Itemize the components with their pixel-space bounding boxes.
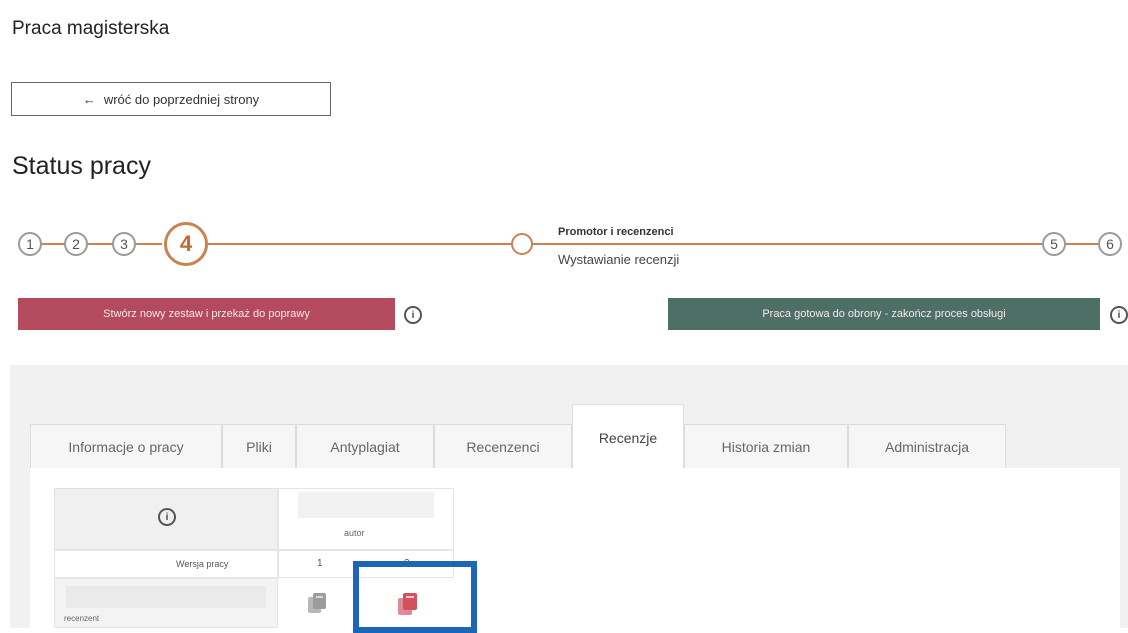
reviewer-row-label: recenzent bbox=[64, 614, 100, 623]
stepper-line bbox=[40, 243, 66, 245]
create-new-set-button[interactable]: Stwórz nowy zestaw i przekaż do poprawy bbox=[18, 298, 395, 330]
info-icon[interactable]: i bbox=[1110, 306, 1128, 324]
step-5[interactable]: 5 bbox=[1042, 232, 1066, 256]
current-step-subtitle: Wystawianie recenzji bbox=[558, 252, 680, 267]
back-button[interactable]: ← wróć do poprzedniej strony bbox=[11, 82, 331, 116]
step-4-substep-marker bbox=[511, 233, 533, 255]
reviewer-name-placeholder bbox=[66, 586, 266, 608]
current-step-title: Promotor i recenzenci bbox=[558, 226, 674, 238]
version-row-label: Wersja pracy bbox=[176, 559, 229, 569]
tab-administracja[interactable]: Administracja bbox=[848, 424, 1006, 468]
tab-pliki[interactable]: Pliki bbox=[222, 424, 296, 468]
tab-recenzenci[interactable]: Recenzenci bbox=[434, 424, 572, 468]
author-column-label: autor bbox=[344, 528, 365, 538]
step-1[interactable]: 1 bbox=[18, 232, 42, 256]
tab-historia[interactable]: Historia zmian bbox=[684, 424, 848, 468]
tab-recenzje[interactable]: Recenzje bbox=[572, 404, 684, 470]
tab-antyplagiat[interactable]: Antyplagiat bbox=[296, 424, 434, 468]
status-heading: Status pracy bbox=[12, 152, 151, 180]
stepper-line bbox=[532, 243, 1042, 245]
step-6[interactable]: 6 bbox=[1098, 232, 1122, 256]
document-copy-icon[interactable] bbox=[306, 592, 328, 616]
back-button-label: wróć do poprzedniej strony bbox=[103, 91, 260, 107]
info-icon[interactable]: i bbox=[404, 306, 422, 324]
ready-for-defense-button[interactable]: Praca gotowa do obrony - zakończ proces … bbox=[668, 298, 1100, 330]
step-2[interactable]: 2 bbox=[64, 232, 88, 256]
stepper-line bbox=[1066, 243, 1098, 245]
stepper-line bbox=[208, 243, 512, 245]
arrow-left-icon: ← bbox=[82, 91, 96, 107]
tab-informacje[interactable]: Informacje o pracy bbox=[30, 424, 222, 468]
step-4-active[interactable]: 4 bbox=[164, 222, 208, 266]
page-title: Praca magisterska bbox=[12, 18, 170, 39]
stepper-line bbox=[88, 243, 114, 245]
step-3[interactable]: 3 bbox=[112, 232, 136, 256]
info-icon[interactable]: i bbox=[158, 508, 176, 526]
table-row bbox=[54, 550, 278, 578]
author-placeholder bbox=[298, 492, 434, 518]
stepper-line bbox=[136, 243, 162, 245]
highlight-box bbox=[353, 561, 477, 633]
version-number: 1 bbox=[317, 558, 323, 569]
